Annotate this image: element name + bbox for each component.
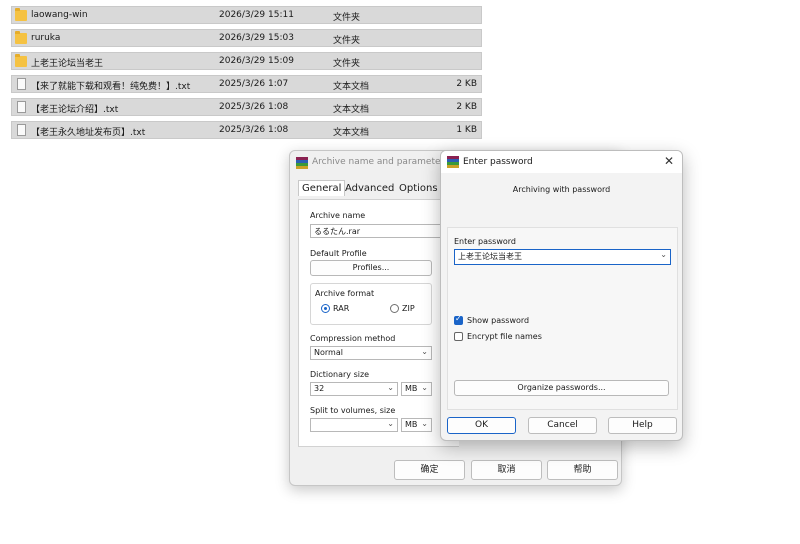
password-dialog-titlebar: Enter password ✕ [441,151,682,173]
default-profile-label: Default Profile [310,249,367,258]
password-dialog-title: Enter password [463,157,533,167]
dictionary-size-value: 32 [314,384,325,393]
folder-icon [15,31,27,44]
ok-button[interactable]: 确定 [394,460,465,480]
file-size: 1 KB [456,125,477,135]
file-date: 2025/3/26 1:08 [219,125,289,135]
general-panel: Archive name るるたん.rar Default Profile Pr… [298,199,459,447]
file-row[interactable]: laowang-win 2026/3/29 15:11 文件夹 [11,6,482,24]
cancel-button[interactable]: Cancel [528,417,597,434]
folder-icon [15,54,27,67]
encrypt-file-names-checkbox[interactable] [454,332,463,341]
tab-advanced[interactable]: Advanced [342,181,397,196]
archive-name-value: るるたん.rar [314,227,361,236]
file-list: laowang-win 2026/3/29 15:11 文件夹 ruruka 2… [11,6,482,144]
password-input[interactable]: 上老王论坛当老王 ⌄ [454,249,671,265]
help-button[interactable]: Help [608,417,677,434]
archive-dialog-title: Archive name and parameters [312,157,449,167]
file-date: 2026/3/29 15:09 [219,56,294,66]
archive-format-label: Archive format [315,289,375,298]
file-size: 2 KB [456,79,477,89]
password-value: 上老王论坛当老王 [458,252,522,261]
file-type: 文件夹 [333,13,361,23]
file-date: 2026/3/29 15:11 [219,10,294,20]
encrypt-file-names-label: Encrypt file names [467,332,542,341]
dictionary-unit-select[interactable]: MB ⌄ [401,382,432,396]
show-password-label: Show password [467,316,530,325]
file-type: 文件夹 [333,36,361,46]
close-icon[interactable]: ✕ [664,154,674,168]
password-panel: Enter password 上老王论坛当老王 ⌄ Show password … [447,227,678,410]
file-row[interactable]: 【老王论坛介绍】.txt 2025/3/26 1:08 文本文档 2 KB [11,98,482,116]
compression-method-select[interactable]: Normal ⌄ [310,346,432,360]
zip-radio-label: ZIP [402,304,415,313]
text-file-icon [17,78,26,90]
compression-method-label: Compression method [310,334,396,343]
dictionary-size-label: Dictionary size [310,370,370,379]
text-file-icon [17,101,26,113]
chevron-down-icon: ⌄ [421,419,428,428]
chevron-down-icon: ⌄ [387,419,394,428]
chevron-down-icon: ⌄ [421,383,428,392]
file-type: 文本文档 [333,128,370,138]
file-size: 2 KB [456,102,477,112]
archive-name-field[interactable]: るるたん.rar [310,224,459,238]
file-name: laowang-win [31,10,88,20]
file-type: 文本文档 [333,82,370,92]
rar-radio[interactable] [321,304,330,313]
file-date: 2025/3/26 1:08 [219,102,289,112]
show-password-checkbox[interactable] [454,314,463,325]
compression-method-value: Normal [314,348,343,357]
chevron-down-icon: ⌄ [387,383,394,392]
file-row[interactable]: 【老王永久地址发布页】.txt 2025/3/26 1:08 文本文档 1 KB [11,121,482,139]
file-name: 【老王永久地址发布页】.txt [31,128,146,138]
file-date: 2025/3/26 1:07 [219,79,289,89]
password-dialog: Enter password ✕ Archiving with password… [440,150,683,441]
split-unit-value: MB [405,420,418,429]
split-unit-select[interactable]: MB ⌄ [401,418,432,432]
help-button[interactable]: 帮助 [547,460,618,480]
ok-button[interactable]: OK [447,417,516,434]
folder-icon [15,8,27,21]
file-name: 上老王论坛当老王 [31,59,104,69]
winrar-icon [296,157,308,169]
tab-general[interactable]: General [298,180,346,196]
file-name: 【来了就能下载和观看！纯免费！】.txt [31,82,191,92]
enter-password-label: Enter password [454,237,516,246]
archive-name-label: Archive name [310,211,366,220]
zip-radio[interactable] [390,304,399,313]
cancel-button[interactable]: 取消 [471,460,542,480]
winrar-icon [447,156,459,168]
organize-passwords-button[interactable]: Organize passwords... [454,380,669,396]
dictionary-size-select[interactable]: 32 ⌄ [310,382,398,396]
split-volumes-label: Split to volumes, size [310,406,396,415]
dictionary-unit-value: MB [405,384,418,393]
file-row[interactable]: 【来了就能下载和观看！纯免费！】.txt 2025/3/26 1:07 文本文档… [11,75,482,93]
profiles-button[interactable]: Profiles... [310,260,432,276]
split-volumes-select[interactable]: ⌄ [310,418,398,432]
chevron-down-icon: ⌄ [421,347,428,356]
text-file-icon [17,124,26,136]
file-type: 文本文档 [333,105,370,115]
file-type: 文件夹 [333,59,361,69]
file-date: 2026/3/29 15:03 [219,33,294,43]
file-row[interactable]: ruruka 2026/3/29 15:03 文件夹 [11,29,482,47]
rar-radio-label: RAR [333,304,350,313]
archiving-with-password-text: Archiving with password [512,185,611,194]
file-name: ruruka [31,33,61,43]
chevron-down-icon: ⌄ [660,250,667,259]
tab-options[interactable]: Options [396,181,441,196]
file-row[interactable]: 上老王论坛当老王 2026/3/29 15:09 文件夹 [11,52,482,70]
file-name: 【老王论坛介绍】.txt [31,105,119,115]
